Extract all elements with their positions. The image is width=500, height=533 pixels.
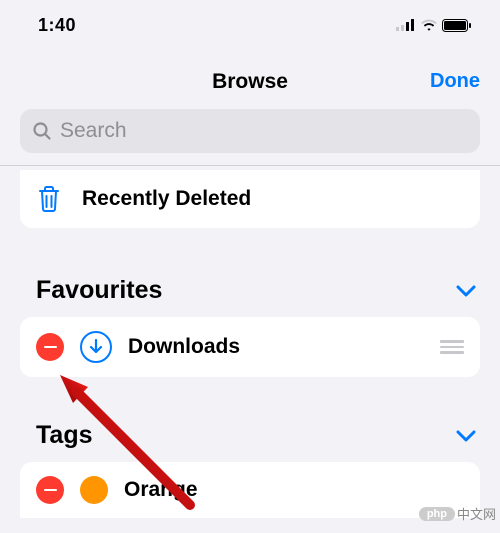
tags-header[interactable]: Tags: [0, 421, 500, 462]
tag-label: Orange: [124, 478, 198, 502]
delete-button[interactable]: [36, 333, 64, 361]
minus-icon: [44, 489, 57, 492]
cellular-icon: [396, 19, 416, 31]
divider: [0, 165, 500, 166]
recently-deleted-row[interactable]: Recently Deleted: [20, 170, 480, 228]
downloads-label: Downloads: [128, 335, 240, 359]
search-icon: [32, 121, 52, 141]
favourites-item-downloads[interactable]: Downloads: [20, 317, 480, 377]
recently-deleted-label: Recently Deleted: [82, 187, 251, 211]
battery-icon: [442, 19, 472, 32]
wifi-icon: [420, 19, 438, 32]
tags-title: Tags: [36, 421, 93, 450]
favourites-title: Favourites: [36, 276, 162, 305]
trash-icon: [36, 184, 62, 214]
search-placeholder: Search: [60, 119, 127, 143]
delete-button[interactable]: [36, 476, 64, 504]
nav-bar: Browse Done: [0, 40, 500, 109]
watermark: php 中文网: [419, 504, 496, 523]
page-title: Browse: [212, 70, 288, 94]
favourites-header[interactable]: Favourites: [0, 276, 500, 317]
status-bar: 1:40: [0, 0, 500, 40]
status-icons: [396, 19, 472, 32]
chevron-down-icon: [456, 285, 476, 297]
watermark-pill: php: [419, 507, 455, 521]
tag-color-dot: [80, 476, 108, 504]
tags-item-orange[interactable]: Orange: [20, 462, 480, 518]
watermark-text: 中文网: [457, 504, 496, 523]
done-button[interactable]: Done: [430, 70, 480, 93]
status-time: 1:40: [38, 15, 76, 36]
chevron-down-icon: [456, 430, 476, 442]
minus-icon: [44, 346, 57, 349]
downloads-icon: [80, 331, 112, 363]
drag-handle[interactable]: [440, 340, 464, 354]
search-input[interactable]: Search: [20, 109, 480, 153]
